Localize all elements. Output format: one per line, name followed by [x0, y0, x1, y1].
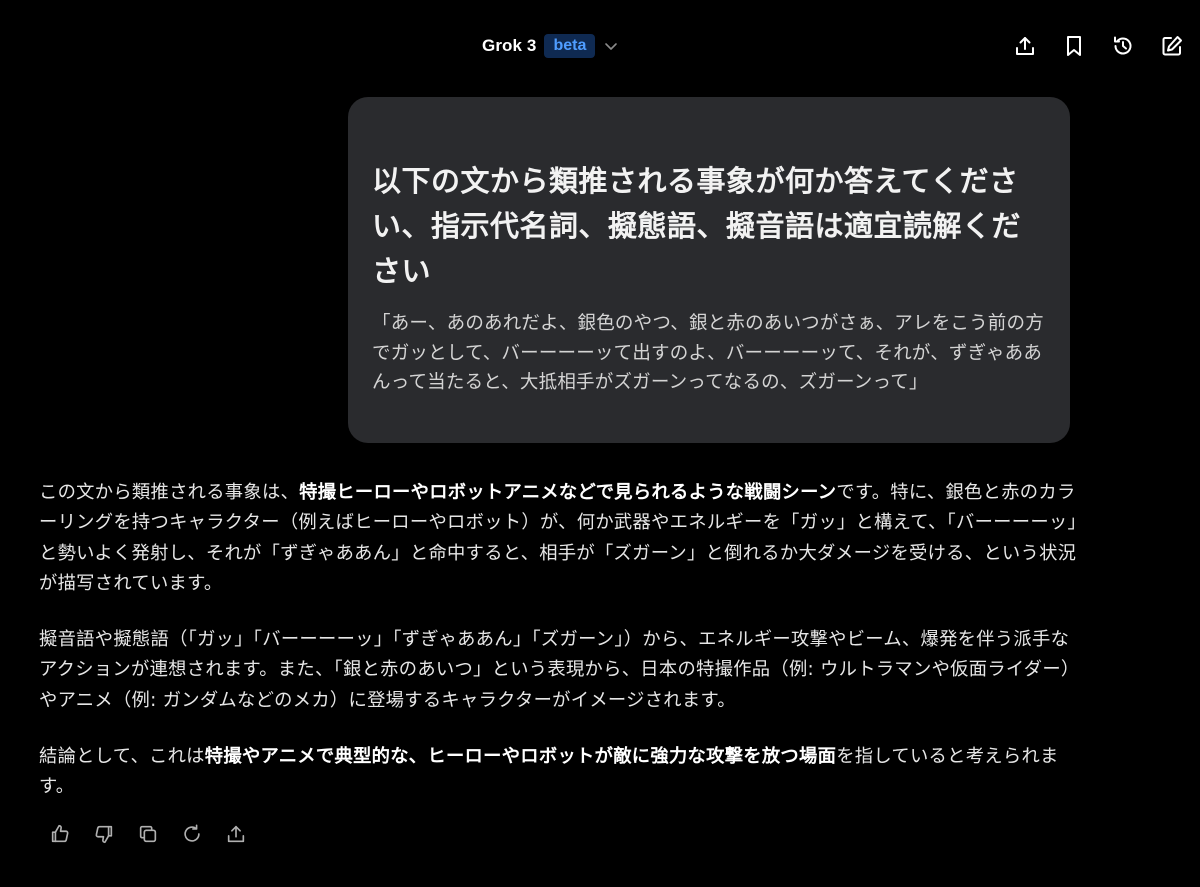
new-chat-button[interactable] — [1159, 33, 1185, 59]
share-icon — [1016, 37, 1034, 55]
dislike-button[interactable] — [92, 822, 116, 846]
bookmark-icon — [1067, 36, 1081, 56]
response-bold: 特撮ヒーローやロボットアニメなどで見られるような戦闘シーン — [299, 482, 837, 503]
model-selector[interactable]: Grok 3 beta — [482, 33, 619, 59]
share-response-button[interactable] — [224, 822, 248, 846]
response-actions — [48, 822, 248, 846]
user-message-bubble: 以下の文から類推される事象が何か答えてください、指示代名詞、擬態語、擬音語は適宜… — [348, 97, 1070, 443]
share-icon — [227, 825, 245, 843]
user-message-quote: 「あー、あのあれだよ、銀色のやつ、銀と赤のあいつがさぁ、アレをこう前の方でガッと… — [372, 313, 1044, 393]
history-icon — [1114, 36, 1132, 55]
thumbs-up-icon — [51, 824, 69, 843]
response-paragraph-3: 結論として、これは特撮やアニメで典型的な、ヒーローやロボットが敵に強力な攻撃を放… — [39, 742, 1079, 803]
assistant-response: この文から類推される事象は、特撮ヒーローやロボットアニメなどで見られるような戦闘… — [39, 478, 1079, 829]
regenerate-icon — [184, 824, 200, 842]
thumbs-down-icon — [95, 825, 113, 844]
response-text: 結論として、これは — [39, 746, 205, 768]
beta-badge: beta — [544, 34, 596, 58]
copy-icon — [139, 825, 157, 843]
model-name: Grok 3 — [482, 36, 537, 55]
toolbar — [1012, 33, 1185, 59]
regenerate-button[interactable] — [180, 822, 204, 846]
chevron-down-icon — [603, 38, 619, 54]
copy-button[interactable] — [136, 822, 160, 846]
share-button[interactable] — [1012, 33, 1038, 59]
response-paragraph-2: 擬音語や擬態語（「ガッ」「バーーーーッ」「ずぎゃああん」「ズガーン」）から、エネ… — [39, 629, 1071, 711]
history-button[interactable] — [1110, 33, 1136, 59]
response-text: この文から類推される事象は、 — [39, 482, 300, 503]
response-bold: 特撮やアニメで典型的な、ヒーローやロボットが敵に強力な攻撃を放つ場面 — [204, 746, 837, 768]
user-message-heading: 以下の文から類推される事象が何か答えてください、指示代名詞、擬態語、擬音語は適宜… — [372, 164, 1022, 288]
edit-icon — [1162, 36, 1182, 56]
response-paragraph-1: この文から類推される事象は、特撮ヒーローやロボットアニメなどで見られるような戦闘… — [39, 478, 1079, 599]
bookmark-button[interactable] — [1061, 33, 1087, 59]
top-bar: Grok 3 beta — [0, 0, 1200, 92]
like-button[interactable] — [48, 822, 72, 846]
